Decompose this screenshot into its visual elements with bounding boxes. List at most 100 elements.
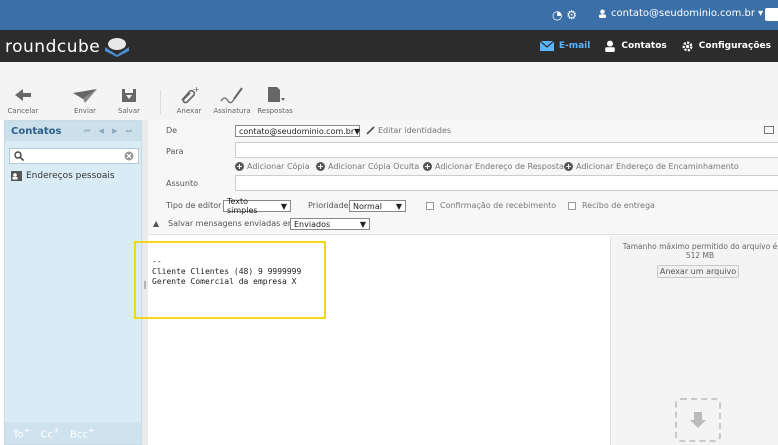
add-followupto-label: Adicionar Endereço de Encaminhamento — [576, 162, 739, 171]
search-icon — [14, 151, 24, 161]
upload-dropzone[interactable] — [675, 398, 721, 442]
responses-label: Respostas — [257, 107, 293, 115]
editor-type-label: Tipo de editor — [166, 201, 222, 210]
to-input[interactable] — [235, 142, 778, 158]
edit-identities-link[interactable]: Editar identidades — [366, 126, 451, 135]
addressbook-item-personal[interactable]: Endereços pessoais — [5, 167, 141, 185]
add-followupto-link[interactable]: + Adicionar Endereço de Encaminhamento — [564, 162, 739, 171]
chevron-down-icon: ▼ — [280, 201, 287, 211]
cancel-button[interactable]: Cancelar — [6, 85, 40, 115]
attach-label: Anexar — [176, 107, 202, 115]
from-select[interactable]: contato@seudominio.com.br ▼ — [235, 125, 360, 137]
signature-label: Assinatura — [213, 107, 251, 115]
subject-input[interactable] — [235, 175, 778, 191]
attach-button[interactable]: + Anexar — [174, 85, 204, 115]
person-icon — [598, 9, 607, 18]
contacts-panel: Contatos ⏮ ◀ ▶ ⏭ Endereços pessoais To+ … — [4, 120, 142, 445]
add-replyto-label: Adicionar Endereço de Resposta — [435, 162, 564, 171]
add-bcc-link[interactable]: + Adicionar Cópia Oculta — [316, 162, 419, 171]
message-body-editor[interactable]: -- Cliente Clientes (48) 9 9999999 Geren… — [148, 236, 610, 445]
roundcube-logo[interactable]: roundcube — [5, 37, 131, 57]
save-sent-value: Enviados — [294, 219, 331, 229]
logout-box[interactable] — [765, 8, 778, 21]
send-label: Enviar — [73, 107, 97, 115]
nav-contacts[interactable]: Contatos — [597, 30, 673, 62]
person-icon — [605, 40, 616, 52]
splitter-grip-icon: ‖ — [143, 280, 147, 289]
clear-search-icon[interactable] — [124, 151, 134, 161]
nav-settings[interactable]: Configurações — [674, 30, 778, 62]
add-to-button[interactable]: To+ — [13, 425, 31, 440]
window-restore-icon[interactable] — [764, 126, 774, 134]
plus-circle-icon: + — [316, 162, 325, 171]
checkbox-icon — [568, 201, 576, 210]
chevron-down-icon: ▼ — [359, 219, 366, 229]
contacts-search-input[interactable] — [28, 151, 120, 161]
svg-text:+: + — [193, 85, 200, 94]
add-replyto-link[interactable]: + Adicionar Endereço de Resposta — [423, 162, 564, 171]
receipt-checkbox[interactable]: Confirmação de recebimento — [426, 201, 556, 210]
editor-type-value: Texto simples — [227, 197, 258, 215]
signature-button[interactable]: Assinatura — [212, 85, 252, 115]
user-menu[interactable]: contato@seudominio.com.br ▾ — [598, 8, 763, 19]
addressbook-icon — [11, 171, 22, 181]
max-size-info: Tamanho máximo permitido do arquivo é 51… — [622, 242, 778, 260]
collapse-options-icon[interactable]: ▲ — [153, 219, 159, 228]
chevron-down-icon: ▼ — [354, 126, 361, 136]
paperclip-icon: + — [181, 85, 200, 104]
add-bcc-label: Adicionar Cópia Oculta — [328, 162, 420, 171]
app-header: roundcube E-mail Contatos Configurações — [0, 30, 778, 62]
from-label: De — [166, 126, 178, 135]
user-email: contato@seudominio.com.br ▾ — [611, 8, 764, 19]
main-nav: E-mail Contatos Configurações — [533, 30, 778, 62]
compose-headers: De contato@seudominio.com.br ▼ Editar id… — [148, 120, 778, 235]
logo-box-icon — [105, 38, 130, 57]
gear-icon — [682, 41, 693, 51]
arrow-left-icon — [15, 89, 31, 101]
nav-email-label: E-mail — [558, 41, 591, 51]
priority-select[interactable]: Normal ▼ — [349, 200, 406, 212]
paper-plane-icon — [73, 89, 97, 103]
add-bcc-button[interactable]: Bcc+ — [70, 425, 95, 440]
plus-circle-icon: + — [423, 162, 432, 171]
responses-button[interactable]: Respostas — [256, 85, 294, 115]
chevron-down-icon: ▼ — [395, 201, 402, 211]
to-label: Para — [166, 147, 184, 156]
compose-toolbar: Cancelar Enviar Salvar + Anexar Assinatu… — [0, 62, 778, 120]
toolbar-divider — [160, 90, 161, 114]
envelope-icon — [539, 41, 554, 51]
plus-circle-icon: + — [235, 162, 244, 171]
nav-settings-label: Configurações — [698, 41, 771, 51]
pencil-icon — [366, 126, 375, 135]
pen-signature-icon — [220, 87, 243, 104]
edit-identities-label: Editar identidades — [378, 126, 452, 135]
cancel-label: Cancelar — [7, 107, 39, 115]
save-icon — [122, 89, 136, 102]
add-cc-link[interactable]: + Adicionar Cópia — [235, 162, 310, 171]
contacts-pager[interactable]: ⏮ ◀ ▶ ⏭ — [84, 127, 135, 136]
save-sent-label: Salvar mensagens enviadas em — [168, 219, 296, 228]
editor-type-select[interactable]: Texto simples ▼ — [223, 197, 291, 215]
delivery-label: Recibo de entrega — [582, 201, 655, 210]
download-arrow-icon — [690, 412, 706, 428]
from-value: contato@seudominio.com.br — [239, 126, 355, 136]
attachments-panel: Tamanho máximo permitido do arquivo é 51… — [610, 236, 778, 445]
priority-value: Normal — [353, 201, 382, 211]
delivery-checkbox[interactable]: Recibo de entrega — [568, 201, 655, 210]
nav-contacts-label: Contatos — [621, 41, 667, 51]
nav-email[interactable]: E-mail — [533, 30, 598, 62]
contacts-search[interactable] — [9, 148, 139, 164]
connection-status-icon: ◔ ⚙ — [552, 8, 578, 22]
save-button[interactable]: Salvar — [114, 85, 144, 115]
save-sent-select[interactable]: Enviados ▼ — [290, 218, 370, 230]
add-cc-label: Adicionar Cópia — [247, 162, 310, 171]
top-status-bar: ◔ ⚙ contato@seudominio.com.br ▾ — [0, 0, 778, 30]
send-button[interactable]: Enviar — [66, 85, 104, 115]
add-cc-button[interactable]: Cc+ — [41, 425, 60, 440]
save-label: Salvar — [118, 107, 140, 115]
addressbook-label: Endereços pessoais — [26, 171, 115, 181]
attach-file-button[interactable]: Anexar um arquivo — [657, 265, 739, 278]
priority-label: Prioridade — [308, 201, 349, 210]
receipt-label: Confirmação de recebimento — [440, 201, 557, 210]
compose-pane: De contato@seudominio.com.br ▼ Editar id… — [148, 120, 778, 445]
